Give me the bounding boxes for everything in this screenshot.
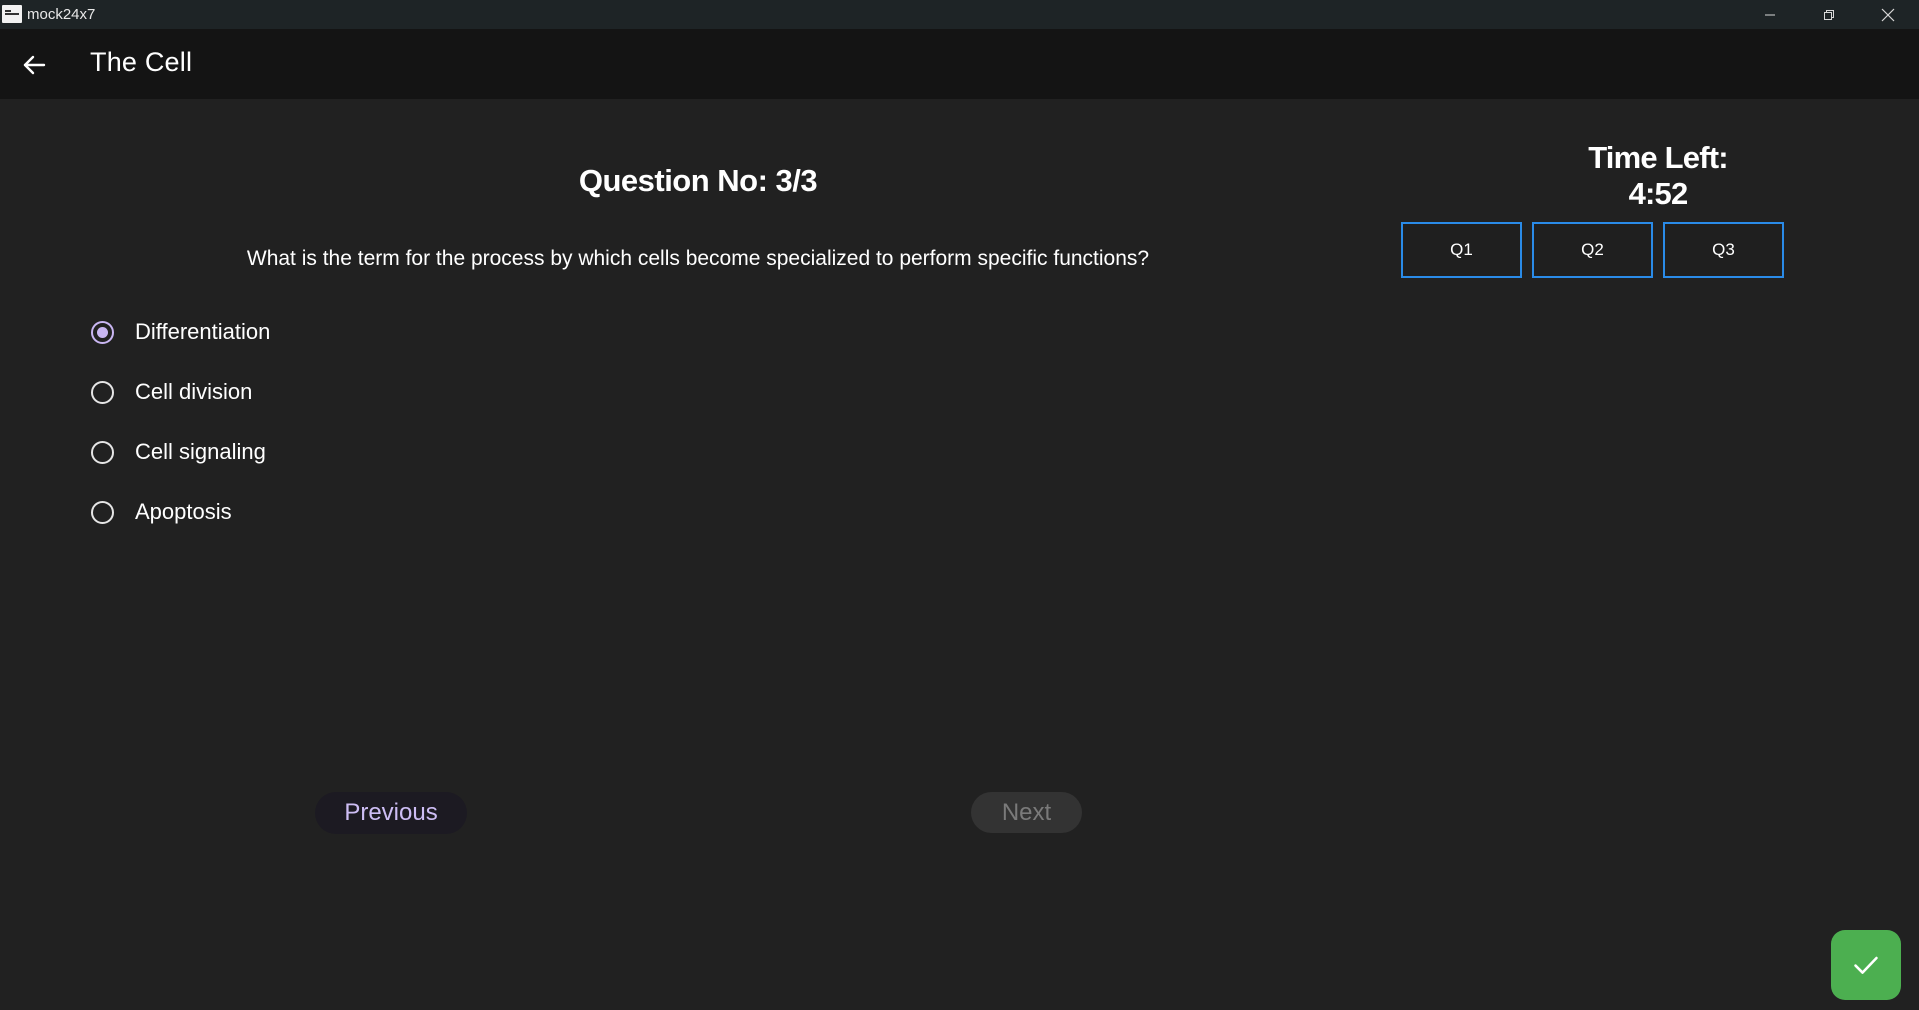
option-differentiation[interactable]: Differentiation (88, 312, 270, 352)
option-apoptosis[interactable]: Apoptosis (88, 492, 270, 532)
arrow-left-icon (23, 55, 46, 75)
app-bar: The Cell (0, 29, 1919, 99)
option-label: Cell division (135, 379, 253, 404)
option-label: Differentiation (135, 319, 271, 344)
question-nav-q1[interactable]: Q1 (1401, 222, 1522, 278)
option-label: Apoptosis (135, 499, 232, 524)
minimize-button[interactable] (1741, 0, 1799, 29)
question-nav: Q1 Q2 Q3 (1401, 222, 1784, 278)
next-button: Next (971, 792, 1082, 833)
option-label: Cell signaling (135, 439, 266, 464)
submit-button[interactable] (1831, 930, 1901, 1000)
radio-unselected-icon[interactable] (91, 500, 114, 524)
minimize-icon (1765, 14, 1775, 15)
radio-selected-icon[interactable] (91, 320, 114, 344)
app-logo-icon (2, 5, 22, 23)
question-nav-q2[interactable]: Q2 (1532, 222, 1653, 278)
time-left: Time Left: 4:52 (1588, 140, 1728, 211)
close-icon (1881, 8, 1895, 21)
question-nav-q3[interactable]: Q3 (1663, 222, 1784, 278)
check-icon (1854, 956, 1878, 974)
restore-button[interactable] (1800, 0, 1858, 29)
page-title: The Cell (90, 47, 193, 77)
question-text: What is the term for the process by whic… (246, 247, 1150, 270)
option-cell-signaling[interactable]: Cell signaling (88, 432, 270, 472)
radio-unselected-icon[interactable] (91, 440, 114, 464)
previous-button[interactable]: Previous (315, 792, 467, 834)
window-title: mock24x7 (27, 6, 96, 23)
back-button[interactable] (14, 45, 54, 85)
restore-icon (1824, 9, 1834, 20)
option-cell-division[interactable]: Cell division (88, 372, 270, 412)
question-number: Question No: 3/3 (578, 163, 818, 198)
radio-unselected-icon[interactable] (91, 380, 114, 404)
answer-options: Differentiation Cell division Cell signa… (88, 312, 270, 552)
close-button[interactable] (1859, 0, 1917, 29)
window-titlebar: mock24x7 (0, 0, 1919, 29)
